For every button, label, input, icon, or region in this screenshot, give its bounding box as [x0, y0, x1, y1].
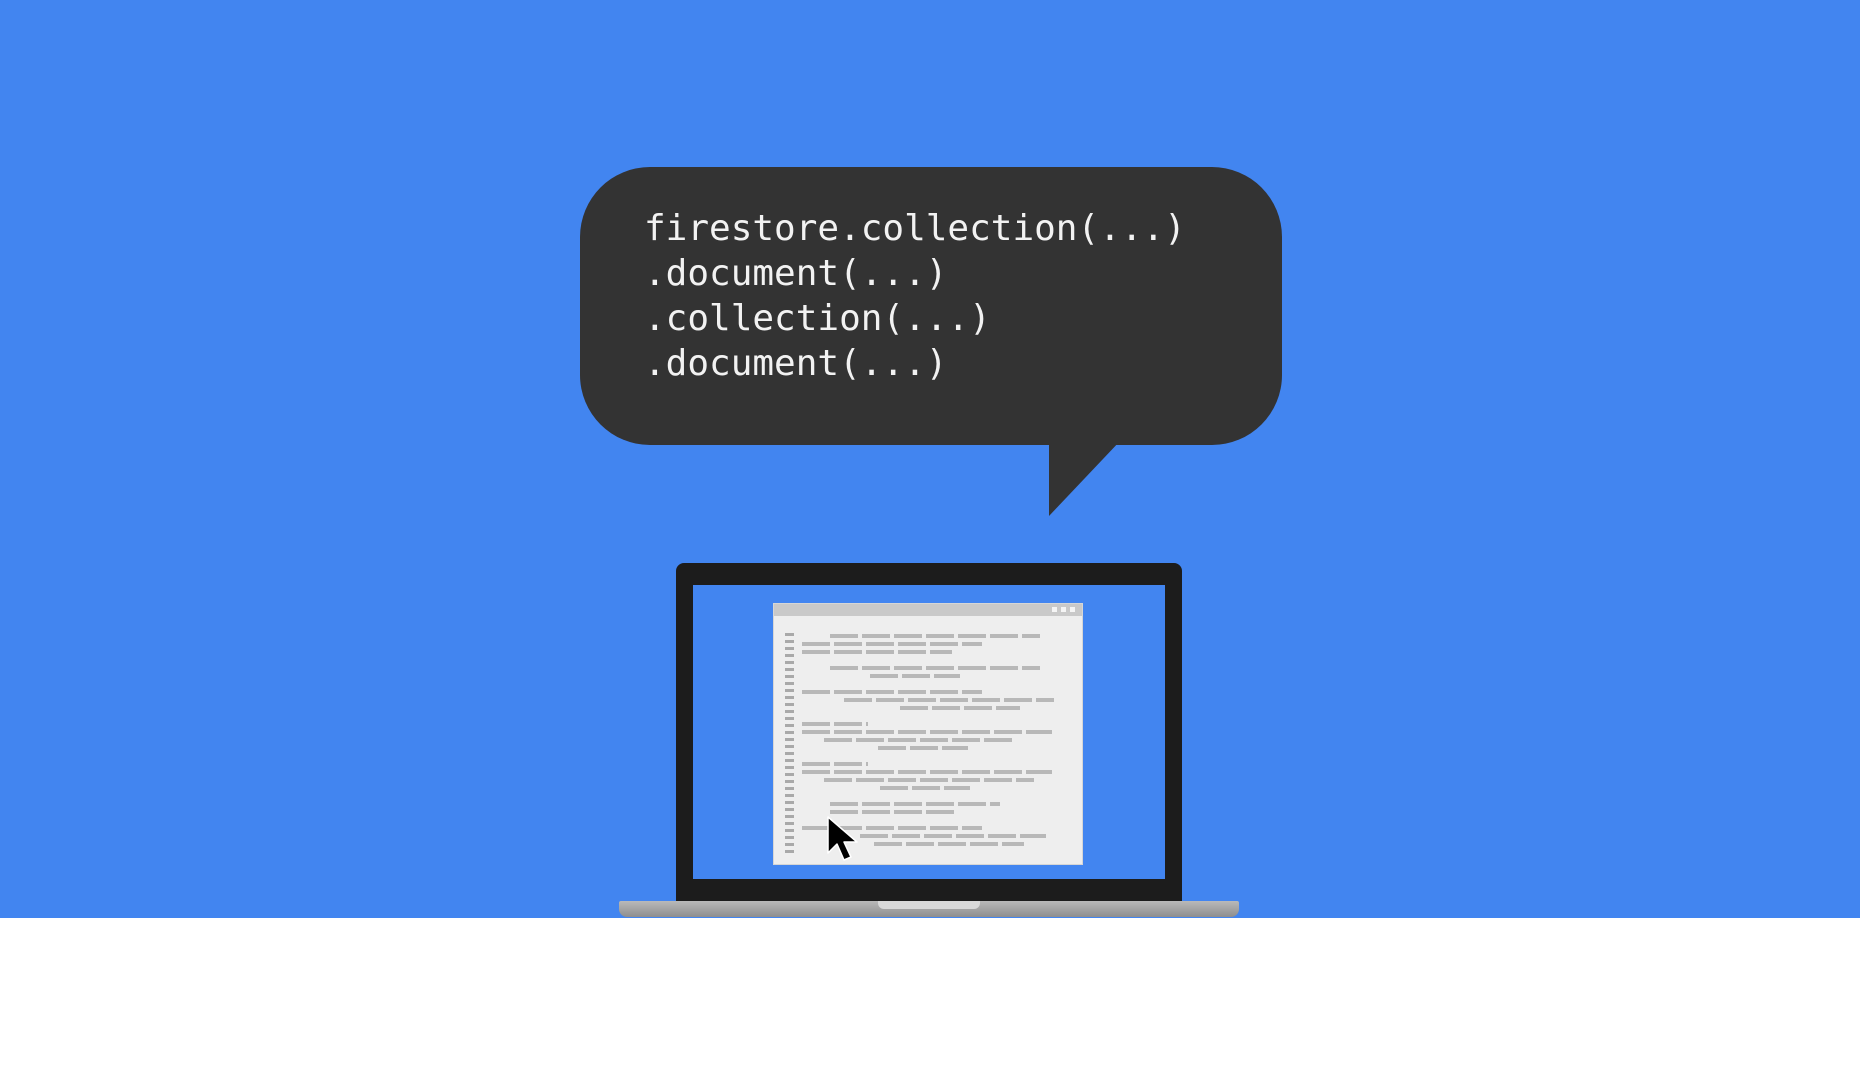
text-line [802, 642, 982, 646]
laptop-hinge-notch [878, 901, 980, 909]
code-line-2: .document(...) [644, 253, 948, 294]
text-line [802, 650, 952, 654]
document-window [774, 604, 1082, 864]
text-line [830, 666, 1040, 670]
text-line [824, 738, 1014, 742]
text-line [824, 778, 1034, 782]
text-line [802, 730, 1052, 734]
text-line [860, 834, 1046, 838]
text-line [802, 770, 1052, 774]
code-snippet: firestore.collection(...) .document(...).… [644, 206, 1186, 386]
text-line [900, 706, 1020, 710]
text-line [844, 698, 1054, 702]
text-line [802, 762, 868, 766]
text-line [870, 674, 960, 678]
window-dot-icon [1061, 607, 1066, 612]
code-line-1: firestore.collection(...) [644, 208, 1186, 249]
text-line [878, 746, 968, 750]
text-line [830, 810, 956, 814]
text-line [830, 634, 1040, 638]
text-line [802, 722, 868, 726]
code-line-3: .collection(...) [644, 298, 991, 339]
text-line [802, 690, 982, 694]
code-line-4: .document(...) [644, 343, 948, 384]
text-line [874, 842, 1024, 846]
speech-bubble-tail [1049, 440, 1121, 516]
window-dot-icon [1052, 607, 1057, 612]
text-line [880, 786, 970, 790]
line-number-gutter [785, 633, 794, 853]
text-line [830, 802, 1000, 806]
document-titlebar [774, 604, 1082, 616]
mouse-pointer-icon [827, 816, 858, 861]
window-dot-icon [1070, 607, 1075, 612]
slide-canvas: firestore.collection(...) .document(...).… [0, 0, 1860, 1080]
